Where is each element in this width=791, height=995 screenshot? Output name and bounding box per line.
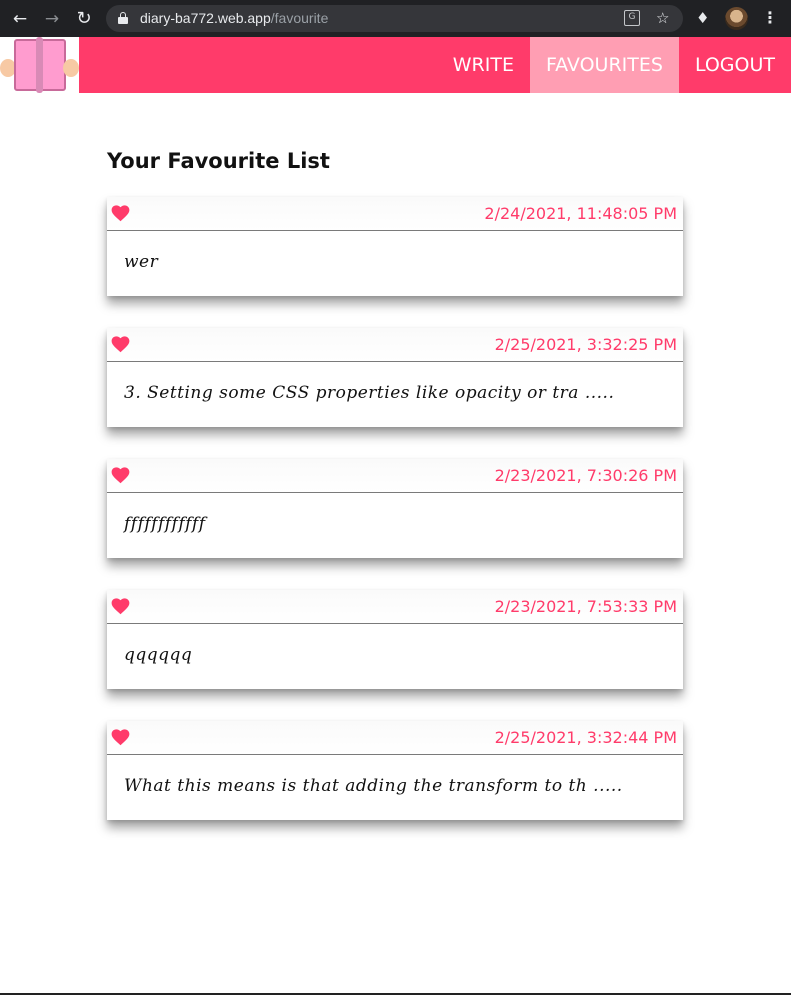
favourite-card[interactable]: 2/25/2021, 3:32:44 PM What this means is… [107,721,683,820]
card-header: 2/23/2021, 7:53:33 PM [107,590,683,624]
entry-date: 2/25/2021, 3:32:25 PM [494,335,677,354]
lock-icon [118,12,128,24]
profile-avatar[interactable] [725,7,748,30]
heart-icon[interactable] [111,467,130,484]
browser-toolbar: ← → ↻ diary-ba772.web.app/favourite G ☆ … [0,0,791,37]
entry-text: wer [124,252,159,272]
entry-date: 2/24/2021, 11:48:05 PM [484,204,677,223]
url-text[interactable]: diary-ba772.web.app/favourite [140,10,328,26]
card-header: 2/25/2021, 3:32:25 PM [107,328,683,362]
extensions-puzzle-icon[interactable]: ♦ [696,9,709,27]
nav-links: WRITE FAVOURITES LOGOUT [437,37,791,93]
reload-icon[interactable]: ↻ [73,8,95,30]
favourite-card[interactable]: 2/25/2021, 3:32:25 PM 3. Setting some CS… [107,328,683,427]
card-header: 2/24/2021, 11:48:05 PM [107,197,683,231]
nav-logout-link[interactable]: LOGOUT [679,37,791,93]
heart-icon[interactable] [111,205,130,222]
card-header: 2/25/2021, 3:32:44 PM [107,721,683,755]
forward-arrow-icon[interactable]: → [41,8,63,30]
entry-text: qqqqqq [124,645,193,665]
nav-favourites-link[interactable]: FAVOURITES [529,37,679,93]
favourite-card[interactable]: 2/23/2021, 7:30:26 PM ffffffffffff [107,459,683,558]
favourite-card[interactable]: 2/23/2021, 7:53:33 PM qqqqqq [107,590,683,689]
entry-date: 2/23/2021, 7:30:26 PM [494,466,677,485]
card-header: 2/23/2021, 7:30:26 PM [107,459,683,493]
app-navbar: WRITE FAVOURITES LOGOUT [0,37,791,93]
entry-date: 2/23/2021, 7:53:33 PM [494,597,677,616]
back-arrow-icon[interactable]: ← [9,8,31,30]
entry-date: 2/25/2021, 3:32:44 PM [494,728,677,747]
url-host: diary-ba772.web.app [140,10,271,26]
url-path: /favourite [270,10,329,26]
favourite-list: 2/24/2021, 11:48:05 PM wer 2/25/2021, 3:… [107,197,683,852]
heart-icon[interactable] [111,598,130,615]
diary-logo[interactable] [0,37,79,93]
entry-text: 3. Setting some CSS properties like opac… [124,383,615,403]
favourite-card[interactable]: 2/24/2021, 11:48:05 PM wer [107,197,683,296]
address-bar[interactable]: diary-ba772.web.app/favourite G ☆ [106,5,683,32]
entry-text: What this means is that adding the trans… [124,776,623,796]
browser-menu-icon[interactable]: ⋮ [762,8,778,27]
translate-icon[interactable]: G [624,10,640,26]
entry-text: ffffffffffff [124,514,206,534]
nav-write-link[interactable]: WRITE [437,37,530,93]
heart-icon[interactable] [111,336,130,353]
page-title: Your Favourite List [107,149,330,173]
heart-icon[interactable] [111,729,130,746]
bookmark-star-icon[interactable]: ☆ [656,9,669,27]
